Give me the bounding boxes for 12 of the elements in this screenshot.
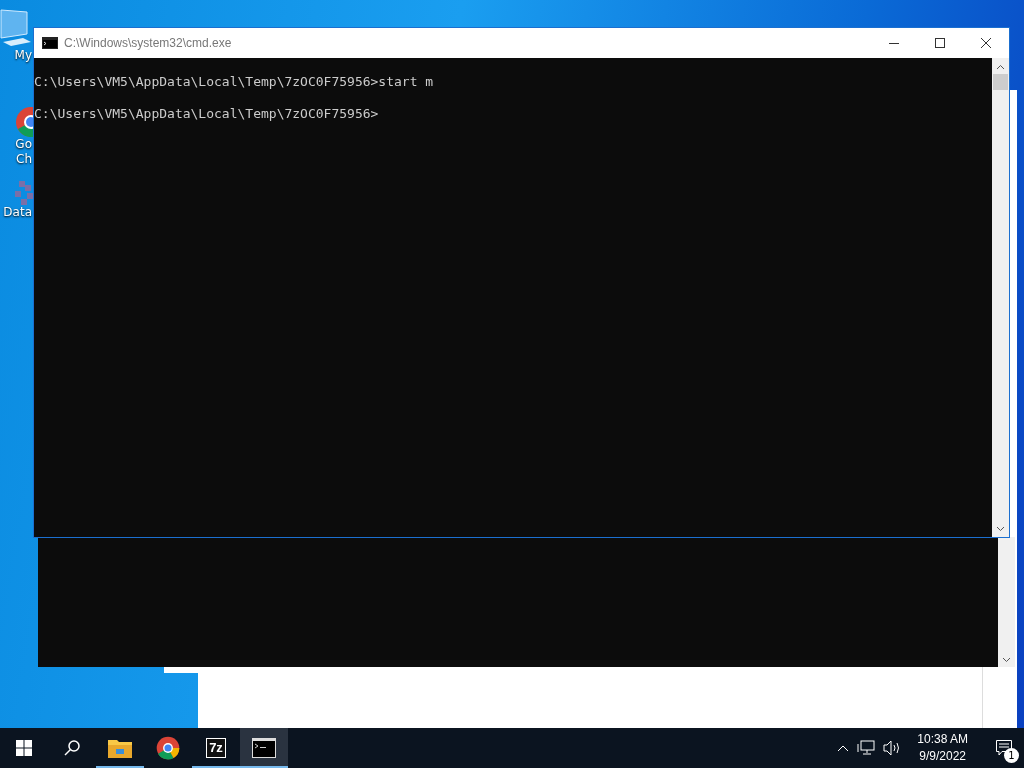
- clock-time: 10:38 AM: [917, 731, 968, 748]
- icon-label[interactable]: Data: [3, 205, 33, 220]
- notifications-button[interactable]: 1: [984, 728, 1024, 768]
- icon-label[interactable]: Go Ch: [15, 137, 33, 167]
- window-title: C:\Windows\system32\cmd.exe: [64, 36, 233, 50]
- clock[interactable]: 10:38 AM 9/9/2022: [909, 731, 976, 765]
- archive-logo: 7z: [206, 738, 226, 758]
- console-line: C:\Users\VM5\AppData\Local\Temp\7zOC0F75956>: [34, 106, 379, 122]
- notification-badge: 1: [1004, 748, 1019, 763]
- clock-date: 9/9/2022: [919, 748, 966, 765]
- console-line: C:\Users\VM5\AppData\Local\Temp\7zOC0F75956>start m: [34, 74, 434, 90]
- icon-label[interactable]: My: [14, 48, 33, 63]
